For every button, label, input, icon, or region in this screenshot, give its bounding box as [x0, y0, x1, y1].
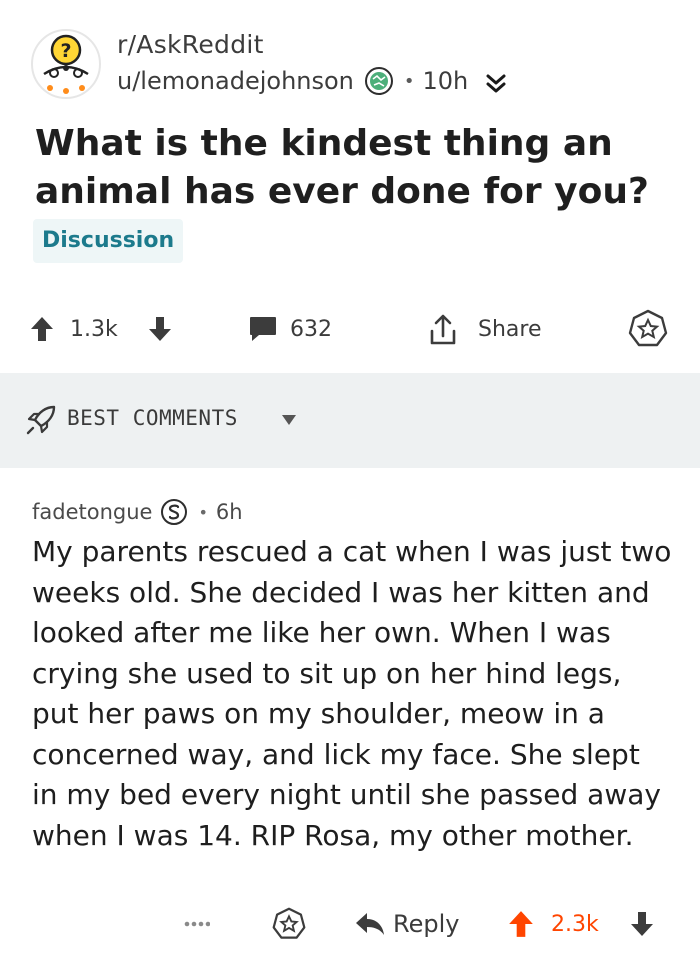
- globe-flair-icon: [364, 67, 393, 95]
- comment-meta: fadetongue • 6h: [32, 496, 243, 528]
- comment-body: My parents rescued a cat when I was just…: [32, 535, 672, 852]
- comment-award-button[interactable]: [272, 895, 306, 953]
- arrow-up-icon: [31, 317, 53, 341]
- more-options-button[interactable]: [184, 895, 210, 953]
- comment-score: 2.3k: [551, 911, 599, 937]
- share-label[interactable]: Share: [478, 302, 542, 356]
- comment-bubble-icon: [250, 317, 276, 341]
- caret-down-icon[interactable]: [281, 414, 297, 426]
- meta-separator: •: [403, 70, 415, 92]
- more-dots-icon: [184, 921, 210, 927]
- reply-label[interactable]: Reply: [393, 895, 459, 953]
- comment-count: 632: [290, 316, 332, 342]
- subreddit-name[interactable]: r/AskReddit: [117, 30, 264, 59]
- arrow-up-icon: [509, 911, 533, 937]
- user-flair-badge-icon: [161, 499, 188, 525]
- post-header: ? r/AskReddit u/lemonadejohnson • 10h: [0, 0, 700, 112]
- comment-upvote-button[interactable]: [508, 895, 534, 953]
- sort-bar[interactable]: BEST COMMENTS: [0, 373, 700, 468]
- upvote-button[interactable]: [30, 302, 54, 356]
- reply-arrow-icon: [356, 913, 384, 935]
- award-button[interactable]: [628, 302, 668, 356]
- post-meta: u/lemonadejohnson • 10h: [117, 64, 508, 98]
- comment-author[interactable]: fadetongue: [32, 500, 152, 524]
- post-action-bar: 1.3k 632 Share: [0, 302, 700, 356]
- share-icon: [430, 314, 456, 345]
- rocket-icon: [26, 405, 56, 435]
- comments-button[interactable]: [248, 302, 278, 356]
- post-title[interactable]: What is the kindest thing an animal has …: [35, 120, 675, 216]
- arrow-down-icon: [631, 912, 653, 936]
- award-star-icon: [272, 907, 306, 939]
- arrow-down-icon: [149, 317, 171, 341]
- reply-button[interactable]: [354, 895, 386, 953]
- post-score: 1.3k: [70, 316, 118, 342]
- comment-action-bar: Reply 2.3k: [0, 895, 700, 953]
- sort-label[interactable]: BEST COMMENTS: [67, 406, 238, 430]
- post-author[interactable]: u/lemonadejohnson: [117, 67, 354, 95]
- meta-separator: •: [198, 502, 208, 522]
- share-button[interactable]: [428, 302, 458, 356]
- svg-text:?: ?: [60, 40, 71, 62]
- post-age: 10h: [422, 67, 469, 95]
- award-star-icon: [628, 309, 668, 347]
- comment-downvote-button[interactable]: [630, 895, 654, 953]
- double-chevron-down-icon[interactable]: [484, 72, 508, 96]
- downvote-button[interactable]: [148, 302, 172, 356]
- post-flair[interactable]: Discussion: [33, 219, 184, 263]
- comment-age: 6h: [215, 500, 243, 524]
- askreddit-avatar-icon[interactable]: ?: [30, 28, 102, 100]
